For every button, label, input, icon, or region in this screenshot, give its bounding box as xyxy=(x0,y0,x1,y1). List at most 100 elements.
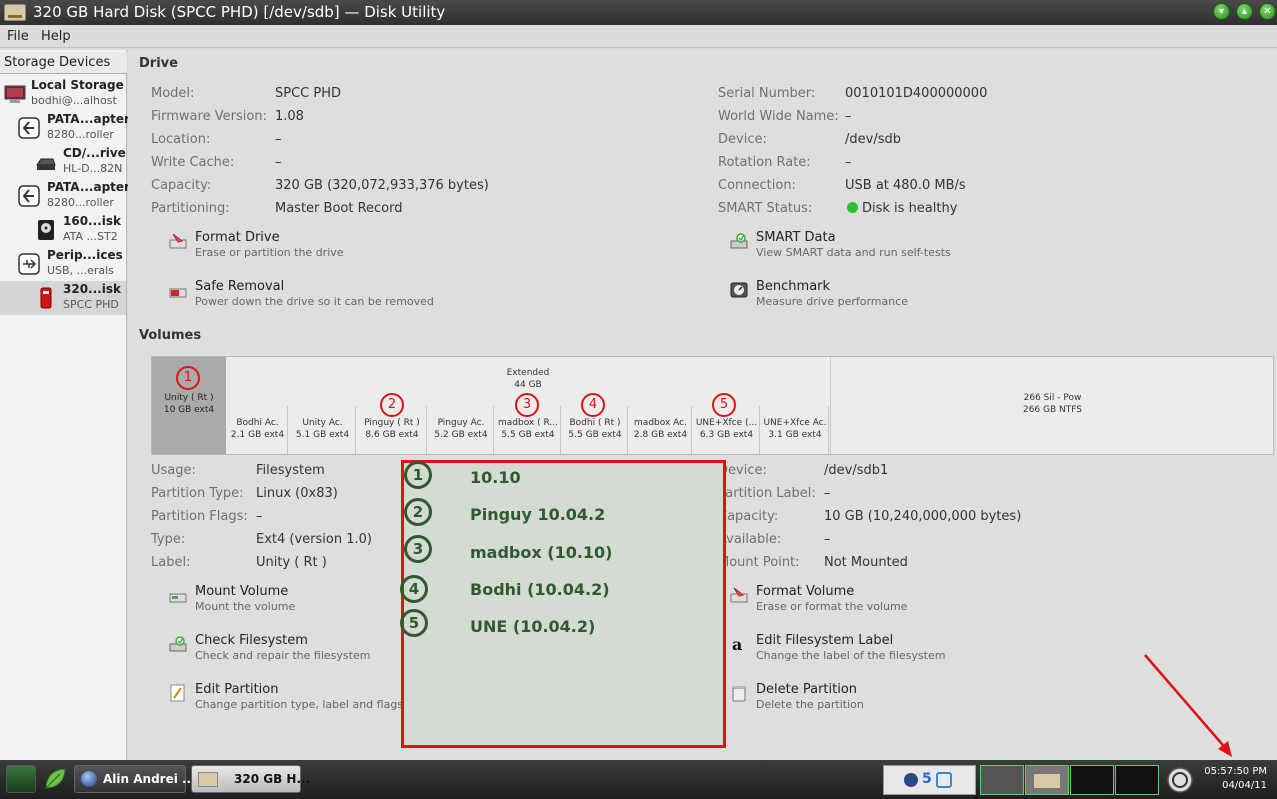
drive-smart-status-value: Disk is healthy xyxy=(847,201,957,216)
menu-launcher-icon[interactable] xyxy=(6,765,36,793)
update-icon[interactable]: 5 xyxy=(922,771,932,787)
vol-usage-value: Filesystem xyxy=(256,463,325,478)
smart-data-icon xyxy=(730,233,748,249)
vol-type-label: Type: xyxy=(151,532,186,547)
leaf-launcher-icon[interactable] xyxy=(42,766,68,792)
drive-firmware-value: 1.08 xyxy=(275,109,304,124)
workspace-window-thumb xyxy=(1034,774,1060,788)
format-volume-button[interactable]: Format Volume Erase or format the volume xyxy=(730,584,1030,618)
vol-mount-point-value: Not Mounted xyxy=(824,555,908,570)
marker-4: 4 xyxy=(581,393,605,417)
disk-utility-task-icon xyxy=(198,772,218,787)
taskbar-clock[interactable]: 05:57:50 PM 04/04/11 xyxy=(1204,765,1267,793)
drive-section-title: Drive xyxy=(139,56,178,71)
drive-location-label: Location: xyxy=(151,132,211,147)
drive-capacity-label: Capacity: xyxy=(151,178,212,193)
network-icon[interactable] xyxy=(904,773,918,787)
sidebar-item-sub: 8280...roller xyxy=(47,196,114,209)
volume-label: UNE+Xfce (... xyxy=(695,418,758,428)
action-title: Delete Partition xyxy=(756,682,858,697)
sidebar-item-peripherals[interactable]: Perip...ices USB, ...erals xyxy=(0,247,126,281)
overlay-number-4: 4 xyxy=(400,575,428,603)
vol-capacity-value: 10 GB (10,240,000,000 bytes) xyxy=(824,509,1022,524)
drive-wwn-label: World Wide Name: xyxy=(718,109,839,124)
sidebar-item-160gb-disk[interactable]: 160...isk ATA ...ST2 xyxy=(0,213,126,247)
overlay-text-5: UNE (10.04.2) xyxy=(470,617,596,636)
check-filesystem-icon xyxy=(169,636,187,652)
action-title: Edit Partition xyxy=(195,682,279,697)
volume-ntfs[interactable]: 266 Sil - Pow 266 GB NTFS xyxy=(830,357,1273,454)
vol-partition-flags-label: Partition Flags: xyxy=(151,509,248,524)
clock-date: 04/04/11 xyxy=(1222,780,1267,791)
volume-label: Unity ( Rt ) xyxy=(164,393,214,403)
edit-filesystem-label-button[interactable]: a Edit Filesystem Label Change the label… xyxy=(730,633,1030,667)
action-title: SMART Data xyxy=(756,230,836,245)
maximize-button[interactable]: ▴ xyxy=(1236,3,1253,20)
vol-label-value: Unity ( Rt ) xyxy=(256,555,327,570)
sidebar-item-pata-adapter-1[interactable]: PATA...apter 8280...roller xyxy=(0,111,130,145)
dropbox-icon[interactable] xyxy=(936,772,952,788)
sidebar-item-cd-drive[interactable]: CD/...rive HL-D...82N xyxy=(0,145,126,179)
workspace-3[interactable] xyxy=(1070,765,1114,795)
trash-icon xyxy=(732,686,746,702)
volume-size: 5.5 GB ext4 xyxy=(568,430,622,440)
usb-icon xyxy=(18,253,40,275)
taskbar-task-browser[interactable]: Alin Andrei ... xyxy=(74,765,196,793)
volume-label: Pinguy Ac. xyxy=(437,418,485,428)
close-button[interactable]: ✕ xyxy=(1259,3,1276,20)
sidebar-header: Storage Devices xyxy=(0,52,127,74)
edit-partition-button[interactable]: Edit Partition Change partition type, la… xyxy=(169,682,409,716)
volume-label: UNE+Xfce Ac. xyxy=(763,418,827,428)
action-title: Format Volume xyxy=(756,584,855,599)
drive-connection-label: Connection: xyxy=(718,178,796,193)
safe-removal-button[interactable]: Safe Removal Power down the drive so it … xyxy=(169,279,489,313)
smart-data-button[interactable]: SMART Data View SMART data and run self-… xyxy=(730,230,1030,264)
vol-partition-label-value: – xyxy=(824,486,831,501)
volume-size: 3.1 GB ext4 xyxy=(768,430,822,440)
minimize-button[interactable]: ▾ xyxy=(1213,3,1230,20)
volume-pinguy-ac[interactable]: Pinguy Ac. 5.2 GB ext4 xyxy=(428,406,494,454)
workspace-4[interactable] xyxy=(1115,765,1159,795)
menu-file[interactable]: File xyxy=(7,29,29,44)
sidebar-item-pata-adapter-2[interactable]: PATA...apter 8280...roller xyxy=(0,179,130,213)
volume-unity-ac[interactable]: Unity Ac. 5.1 GB ext4 xyxy=(289,406,356,454)
volume-bodhi-ac[interactable]: Bodhi Ac. 2.1 GB ext4 xyxy=(227,406,288,454)
title-bar: 320 GB Hard Disk (SPCC PHD) [/dev/sdb] —… xyxy=(0,0,1277,25)
drive-model-value: SPCC PHD xyxy=(275,86,342,101)
mount-volume-button[interactable]: Mount Volume Mount the volume xyxy=(169,584,399,618)
power-icon[interactable] xyxy=(1166,766,1194,794)
sidebar-item-local-storage[interactable]: Local Storage bodhi@...alhost xyxy=(0,77,126,111)
vol-partition-label-label: Partition Label: xyxy=(718,486,816,501)
action-desc: Erase or partition the drive xyxy=(195,246,344,259)
action-title: Edit Filesystem Label xyxy=(756,633,894,648)
volume-label: Extended xyxy=(506,368,550,378)
taskbar-task-disk-utility[interactable]: 320 GB H... xyxy=(191,765,310,793)
format-drive-button[interactable]: Format Drive Erase or partition the driv… xyxy=(169,230,469,264)
action-title: Mount Volume xyxy=(195,584,289,599)
volume-size: 2.8 GB ext4 xyxy=(633,430,688,440)
healthy-status-icon xyxy=(847,202,858,213)
overlay-number-3: 3 xyxy=(404,535,432,563)
volumes-section-title: Volumes xyxy=(139,328,202,343)
workspace-2[interactable] xyxy=(1025,765,1069,795)
workspace-1[interactable] xyxy=(980,765,1024,795)
check-filesystem-button[interactable]: Check Filesystem Check and repair the fi… xyxy=(169,633,399,667)
overlay-number-2: 2 xyxy=(404,498,432,526)
action-title: Format Drive xyxy=(195,230,280,245)
benchmark-button[interactable]: Benchmark Measure drive performance xyxy=(730,279,1030,313)
sidebar-item-sub: SPCC PHD xyxy=(63,298,119,311)
volume-madbox-ac[interactable]: madbox Ac. 2.8 GB ext4 xyxy=(629,406,692,454)
delete-partition-button[interactable]: Delete Partition Delete the partition xyxy=(730,682,1030,716)
volume-une-xfce-ac[interactable]: UNE+Xfce Ac. 3.1 GB ext4 xyxy=(761,406,829,454)
drive-connection-value: USB at 480.0 MB/s xyxy=(845,178,966,193)
vol-device-value: /dev/sdb1 xyxy=(824,463,889,478)
vol-usage-label: Usage: xyxy=(151,463,196,478)
optical-drive-icon xyxy=(36,158,56,170)
drive-device-label: Device: xyxy=(718,132,767,147)
sidebar-item-sub: USB, ...erals xyxy=(47,264,114,277)
sidebar-item-320gb-disk[interactable]: 320...isk SPCC PHD xyxy=(0,281,126,315)
menu-help[interactable]: Help xyxy=(41,29,71,44)
vol-available-value: – xyxy=(824,532,831,547)
drive-rotation-value: – xyxy=(845,155,852,170)
sidebar-item-sub: ATA ...ST2 xyxy=(63,230,118,243)
